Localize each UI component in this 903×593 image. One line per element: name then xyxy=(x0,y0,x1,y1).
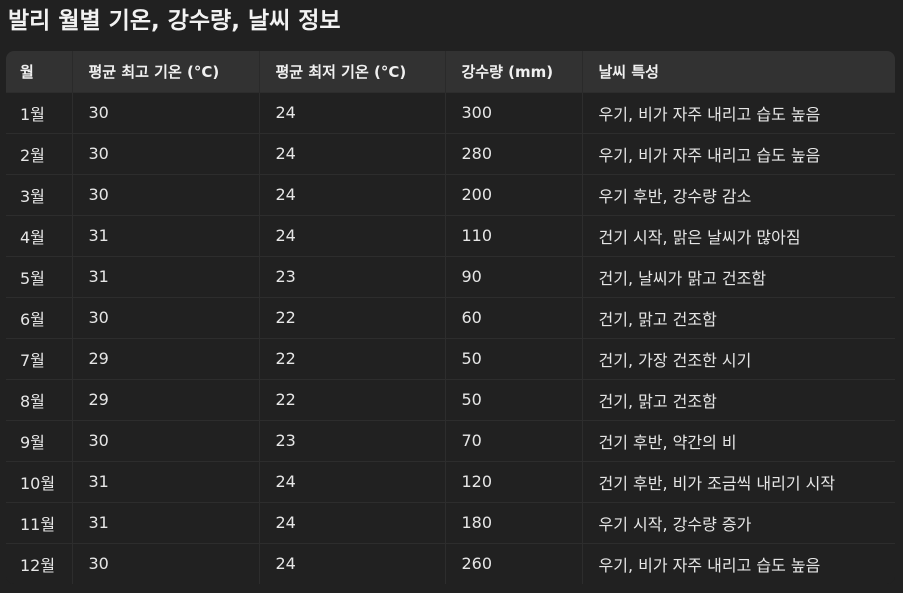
cell-avg-low: 24 xyxy=(259,502,446,543)
cell-month: 8월 xyxy=(6,379,73,420)
cell-avg-high: 30 xyxy=(72,92,260,133)
cell-rainfall: 180 xyxy=(445,502,583,543)
cell-weather: 우기 후반, 강수량 감소 xyxy=(598,186,752,206)
cell-month: 9월 xyxy=(6,420,73,461)
cell-rainfall: 280 xyxy=(445,133,583,174)
cell-avg-high: 29 xyxy=(72,338,260,379)
cell-month: 5월 xyxy=(6,256,73,297)
cell-weather: 우기, 비가 자주 내리고 습도 높음 xyxy=(598,145,821,165)
cell-rainfall: 90 xyxy=(445,256,583,297)
cell-avg-high: 31 xyxy=(72,461,260,502)
cell-month: 12월 xyxy=(6,543,73,584)
cell-month: 10월 xyxy=(6,461,73,502)
cell-rainfall: 120 xyxy=(445,461,583,502)
climate-table-container: 월 평균 최고 기온 (°C) 평균 최저 기온 (°C) 강수량 (mm) 날… xyxy=(6,51,895,584)
cell-weather: 건기, 날씨가 맑고 건조함 xyxy=(598,268,767,288)
cell-avg-low: 24 xyxy=(259,215,446,256)
cell-avg-high: 31 xyxy=(72,215,260,256)
cell-month: 4월 xyxy=(6,215,73,256)
cell-weather: 우기 시작, 강수량 증가 xyxy=(598,514,752,534)
table-row: 12월 30 24 260 우기, 비가 자주 내리고 습도 높음 xyxy=(6,543,895,584)
cell-weather: 건기 시작, 맑은 날씨가 많아짐 xyxy=(598,227,801,247)
table-body: 1월 30 24 300 우기, 비가 자주 내리고 습도 높음 2월 30 2… xyxy=(6,92,895,584)
cell-avg-high: 30 xyxy=(72,174,260,215)
column-header-avg-low: 평균 최저 기온 (°C) xyxy=(259,51,446,92)
cell-month: 2월 xyxy=(6,133,73,174)
cell-weather: 건기, 가장 건조한 시기 xyxy=(598,350,752,370)
column-header-weather: 날씨 특성 xyxy=(598,62,659,81)
cell-avg-high: 30 xyxy=(72,543,260,584)
cell-weather: 우기, 비가 자주 내리고 습도 높음 xyxy=(598,555,821,575)
cell-rainfall: 50 xyxy=(445,338,583,379)
cell-avg-high: 30 xyxy=(72,133,260,174)
cell-avg-low: 24 xyxy=(259,174,446,215)
cell-rainfall: 110 xyxy=(445,215,583,256)
cell-month: 3월 xyxy=(6,174,73,215)
cell-avg-high: 30 xyxy=(72,420,260,461)
cell-avg-low: 23 xyxy=(259,420,446,461)
cell-avg-low: 24 xyxy=(259,133,446,174)
cell-month: 1월 xyxy=(6,92,73,133)
cell-avg-low: 22 xyxy=(259,338,446,379)
cell-avg-low: 23 xyxy=(259,256,446,297)
cell-avg-low: 24 xyxy=(259,461,446,502)
cell-month: 11월 xyxy=(6,502,73,543)
table-row: 2월 30 24 280 우기, 비가 자주 내리고 습도 높음 xyxy=(6,133,895,174)
column-header-month: 월 xyxy=(6,51,73,92)
table-row: 7월 29 22 50 건기, 가장 건조한 시기 xyxy=(6,338,895,379)
cell-avg-low: 22 xyxy=(259,297,446,338)
cell-avg-low: 24 xyxy=(259,92,446,133)
table-row: 11월 31 24 180 우기 시작, 강수량 증가 xyxy=(6,502,895,543)
table-row: 3월 30 24 200 우기 후반, 강수량 감소 xyxy=(6,174,895,215)
cell-rainfall: 50 xyxy=(445,379,583,420)
cell-rainfall: 260 xyxy=(445,543,583,584)
cell-rainfall: 70 xyxy=(445,420,583,461)
cell-avg-high: 31 xyxy=(72,502,260,543)
cell-month: 7월 xyxy=(6,338,73,379)
cell-weather: 건기, 맑고 건조함 xyxy=(598,309,717,329)
table-header-row: 월 평균 최고 기온 (°C) 평균 최저 기온 (°C) 강수량 (mm) 날… xyxy=(6,51,895,92)
page-title: 발리 월별 기온, 강수량, 날씨 정보 xyxy=(8,8,341,34)
table-row: 9월 30 23 70 건기 후반, 약간의 비 xyxy=(6,420,895,461)
table-row: 10월 31 24 120 건기 후반, 비가 조금씩 내리기 시작 xyxy=(6,461,895,502)
cell-avg-low: 22 xyxy=(259,379,446,420)
cell-avg-high: 30 xyxy=(72,297,260,338)
cell-weather: 건기, 맑고 건조함 xyxy=(598,391,717,411)
cell-weather: 건기 후반, 약간의 비 xyxy=(598,432,737,452)
table-row: 1월 30 24 300 우기, 비가 자주 내리고 습도 높음 xyxy=(6,92,895,133)
cell-weather: 우기, 비가 자주 내리고 습도 높음 xyxy=(598,104,821,124)
column-header-avg-high: 평균 최고 기온 (°C) xyxy=(72,51,260,92)
cell-avg-high: 31 xyxy=(72,256,260,297)
cell-rainfall: 300 xyxy=(445,92,583,133)
climate-table: 월 평균 최고 기온 (°C) 평균 최저 기온 (°C) 강수량 (mm) 날… xyxy=(6,51,895,584)
table-row: 5월 31 23 90 건기, 날씨가 맑고 건조함 xyxy=(6,256,895,297)
cell-rainfall: 200 xyxy=(445,174,583,215)
table-row: 8월 29 22 50 건기, 맑고 건조함 xyxy=(6,379,895,420)
cell-weather: 건기 후반, 비가 조금씩 내리기 시작 xyxy=(598,473,836,493)
cell-rainfall: 60 xyxy=(445,297,583,338)
cell-avg-low: 24 xyxy=(259,543,446,584)
table-header: 월 평균 최고 기온 (°C) 평균 최저 기온 (°C) 강수량 (mm) 날… xyxy=(6,51,895,92)
column-header-rainfall: 강수량 (mm) xyxy=(445,51,583,92)
table-row: 4월 31 24 110 건기 시작, 맑은 날씨가 많아짐 xyxy=(6,215,895,256)
table-row: 6월 30 22 60 건기, 맑고 건조함 xyxy=(6,297,895,338)
cell-month: 6월 xyxy=(6,297,73,338)
cell-avg-high: 29 xyxy=(72,379,260,420)
